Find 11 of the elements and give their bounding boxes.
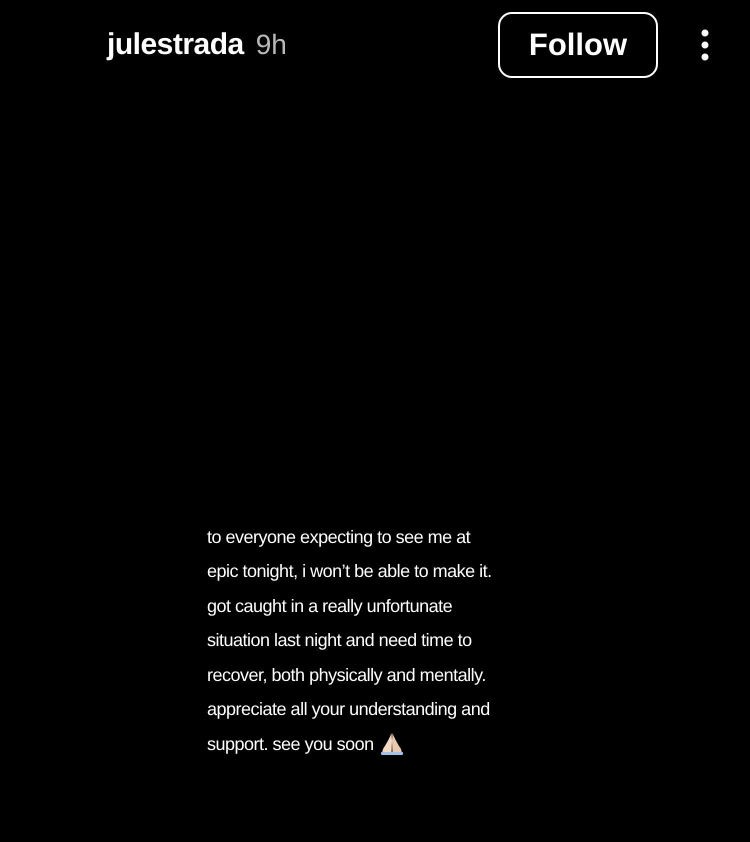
story-text-line: support. see you soon bbox=[207, 734, 374, 755]
story-text-line: epic tonight, i won’t be able to make it. bbox=[207, 561, 492, 582]
username[interactable]: julestrada bbox=[107, 28, 244, 62]
story-text-line: recover, both physically and mentally. bbox=[207, 664, 486, 686]
story-text-line: situation last night and need time to bbox=[207, 630, 472, 652]
post-time: 9h bbox=[256, 29, 287, 61]
follow-button[interactable]: Follow bbox=[498, 12, 658, 78]
more-options-icon[interactable] bbox=[700, 29, 710, 61]
story-text-line: to everyone expecting to see me at bbox=[207, 526, 470, 548]
story-text-line: appreciate all your understanding and bbox=[207, 699, 490, 720]
story-text-line: got caught in a really unfortunate bbox=[207, 596, 452, 617]
